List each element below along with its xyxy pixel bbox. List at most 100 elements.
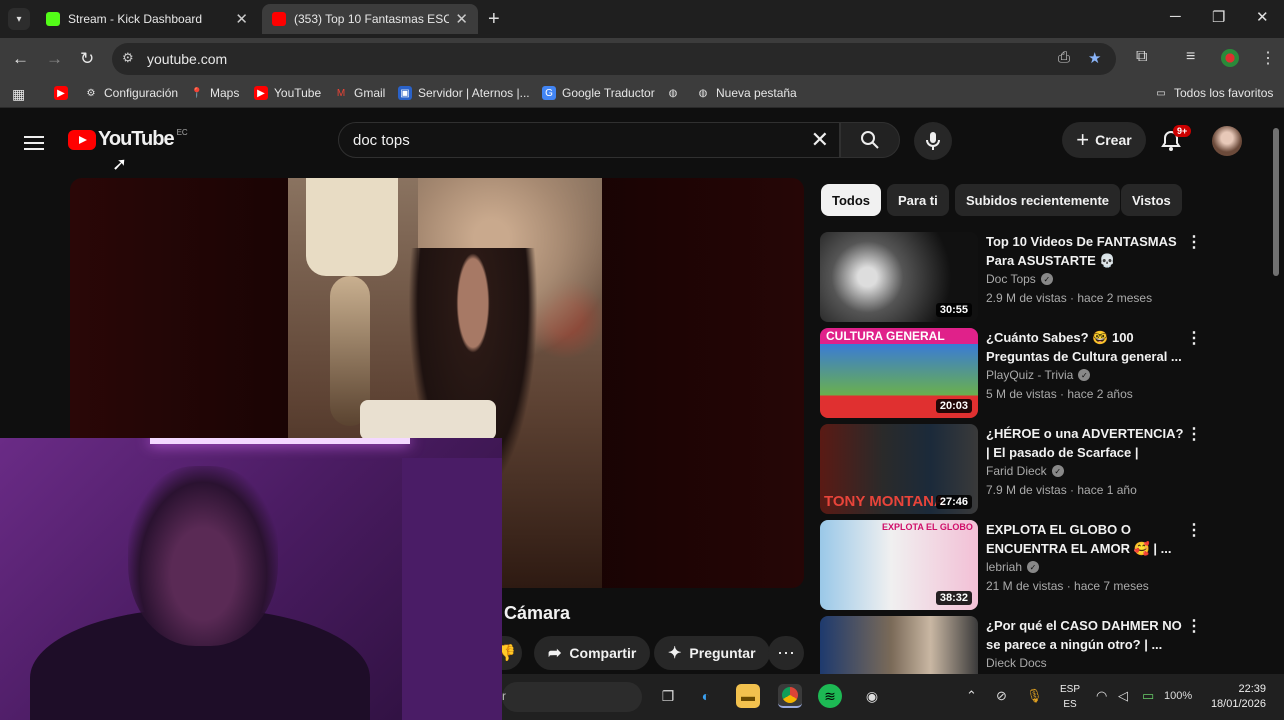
- battery-icon[interactable]: ▭: [1142, 688, 1154, 704]
- bookmark-label: Nueva pestaña: [716, 86, 797, 100]
- video-thumbnail[interactable]: TONY MONTANA 27:46: [820, 424, 978, 514]
- channel-name[interactable]: PlayQuiz - Trivia ✓: [986, 368, 1091, 382]
- clock[interactable]: 22:39 18/01/2026: [1206, 682, 1266, 712]
- extensions-icon[interactable]: ⧉: [1136, 48, 1147, 66]
- chip-para-ti[interactable]: Para ti: [887, 184, 949, 216]
- scrollbar-thumb[interactable]: [1273, 128, 1279, 276]
- more-options-icon[interactable]: ⋮: [1186, 616, 1202, 636]
- edge-icon[interactable]: ◐: [694, 684, 718, 708]
- recommendation-title[interactable]: ¿HÉROE o una ADVERTENCIA? | El pasado de…: [986, 424, 1186, 462]
- account-avatar[interactable]: [1212, 126, 1242, 156]
- close-window-icon[interactable]: ✕: [1256, 8, 1269, 26]
- video-thumbnail[interactable]: [820, 616, 978, 674]
- bookmark-nueva-pestana[interactable]: ◍ Nueva pestaña: [696, 86, 797, 100]
- recommendation-item[interactable]: EXPLOTA EL GLOBO 38:32 EXPLOTA EL GLOBO …: [820, 520, 1260, 610]
- install-app-icon[interactable]: ⎙: [1058, 49, 1070, 66]
- taskbar-search-text: r: [502, 689, 506, 703]
- bookmark-maps[interactable]: 📍 Maps: [190, 86, 240, 100]
- recommendation-item[interactable]: TONY MONTANA 27:46 ¿HÉROE o una ADVERTEN…: [820, 424, 1260, 514]
- bookmark-configuracion[interactable]: ⚙ Configuración: [84, 86, 179, 100]
- minimize-icon[interactable]: ─: [1170, 8, 1181, 25]
- tray-overflow-icon[interactable]: ⌃: [966, 688, 977, 704]
- channel-name[interactable]: lebriah ✓: [986, 560, 1040, 574]
- search-button[interactable]: [840, 122, 900, 158]
- tab-search-button[interactable]: ▾: [8, 8, 30, 30]
- apps-icon[interactable]: ▦: [12, 86, 25, 103]
- bookmark-google-traductor[interactable]: G Google Traductor: [542, 86, 655, 100]
- country-code: EC: [176, 128, 188, 137]
- recommendation-title[interactable]: ¿Por qué el CASO DAHMER NO se parece a n…: [986, 616, 1186, 654]
- taskbar-search[interactable]: r: [502, 682, 642, 712]
- bookmark-youtube-plain[interactable]: ▶: [54, 86, 74, 100]
- recommendation-item[interactable]: ¿Por qué el CASO DAHMER NO se parece a n…: [820, 616, 1260, 674]
- more-options-icon[interactable]: ⋮: [1186, 520, 1202, 540]
- page-scrollbar[interactable]: [1272, 116, 1280, 720]
- more-options-icon[interactable]: ⋮: [1186, 328, 1202, 348]
- chip-vistos[interactable]: Vistos: [1121, 184, 1182, 216]
- chrome-icon[interactable]: [778, 684, 802, 708]
- search-input[interactable]: doc tops ✕: [338, 122, 840, 158]
- spotify-icon[interactable]: ≋: [818, 684, 842, 708]
- recommendation-title[interactable]: Top 10 Videos De FANTASMAS Para ASUSTART…: [986, 232, 1186, 270]
- recommendation-item[interactable]: 30:55 Top 10 Videos De FANTASMAS Para AS…: [820, 232, 1260, 322]
- file-explorer-icon[interactable]: ▬: [736, 684, 760, 708]
- duration-badge: 38:32: [935, 591, 972, 605]
- voice-search-button[interactable]: [914, 122, 952, 160]
- recommendation-title[interactable]: EXPLOTA EL GLOBO O ENCUENTRA EL AMOR 🥰 |…: [986, 520, 1186, 558]
- reload-icon[interactable]: ↻: [80, 49, 94, 69]
- video-thumbnail[interactable]: EXPLOTA EL GLOBO 38:32: [820, 520, 978, 610]
- microphone-tray-icon[interactable]: 🎙: [1026, 688, 1043, 704]
- maximize-icon[interactable]: ❐: [1212, 8, 1225, 26]
- all-bookmarks-label: Todos los favoritos: [1174, 86, 1274, 100]
- video-lamp: [306, 178, 398, 276]
- all-bookmarks[interactable]: ▭ Todos los favoritos: [1154, 86, 1273, 100]
- chip-todos[interactable]: Todos: [821, 184, 882, 216]
- hamburger-menu-icon[interactable]: [24, 132, 44, 154]
- close-icon[interactable]: ✕: [235, 10, 248, 28]
- channel-name[interactable]: Dieck Docs: [986, 656, 1047, 670]
- clear-search-icon[interactable]: ✕: [811, 127, 829, 153]
- plus-icon: +: [1076, 127, 1090, 152]
- create-button[interactable]: + Crear: [1062, 122, 1146, 158]
- profile-icon[interactable]: [1221, 49, 1239, 67]
- bookmark-aternos[interactable]: ▣ Servidor | Aternos |...: [398, 86, 530, 100]
- chip-subidos-recientemente[interactable]: Subidos recientemente: [955, 184, 1121, 216]
- recommendation-title[interactable]: ¿Cuánto Sabes? 🤓 100 Preguntas de Cultur…: [986, 328, 1186, 366]
- new-tab-button[interactable]: +: [488, 8, 500, 30]
- language-indicator[interactable]: ESP ES: [1060, 682, 1080, 712]
- more-icon: ⋯: [777, 642, 795, 663]
- site-settings-icon[interactable]: ⚙: [122, 50, 134, 66]
- youtube-play-icon: [68, 129, 96, 150]
- address-bar[interactable]: ⚙ youtube.com ⎙ ★: [112, 43, 1116, 75]
- bookmark-star-icon[interactable]: ★: [1088, 49, 1101, 67]
- ask-button[interactable]: ✦ Preguntar: [654, 636, 770, 670]
- wifi-icon[interactable]: ◠: [1096, 688, 1107, 704]
- mute-notifications-icon[interactable]: ⊘: [996, 688, 1007, 704]
- more-actions-button[interactable]: ⋯: [768, 636, 804, 670]
- tab-kick-dashboard[interactable]: Stream - Kick Dashboard ✕: [36, 4, 258, 34]
- more-options-icon[interactable]: ⋮: [1186, 232, 1202, 252]
- recommendation-item[interactable]: CULTURA GENERAL 20:03 ¿Cuánto Sabes? 🤓 1…: [820, 328, 1260, 418]
- bookmark-globe[interactable]: ◍: [666, 86, 686, 100]
- media-control-icon[interactable]: ≡: [1186, 48, 1195, 66]
- menu-icon[interactable]: ⋮: [1260, 48, 1276, 68]
- youtube-logo[interactable]: YouTube EC: [68, 128, 188, 151]
- video-thumbnail[interactable]: CULTURA GENERAL 20:03: [820, 328, 978, 418]
- tab-youtube-video[interactable]: (353) Top 10 Fantasmas ESCALOFRIANTES ✕: [262, 4, 478, 34]
- channel-name[interactable]: Doc Tops ✓: [986, 272, 1053, 286]
- bookmark-youtube[interactable]: ▶ YouTube: [254, 86, 321, 100]
- share-button[interactable]: ➦ Compartir: [534, 636, 651, 670]
- back-icon[interactable]: ←: [12, 49, 29, 69]
- logo-text: YouTube: [98, 128, 175, 150]
- video-cake: [360, 400, 496, 440]
- more-options-icon[interactable]: ⋮: [1186, 424, 1202, 444]
- task-view-icon[interactable]: ❐: [656, 684, 680, 708]
- forward-icon[interactable]: →: [46, 49, 63, 69]
- bookmark-gmail[interactable]: M Gmail: [334, 86, 386, 100]
- obs-icon[interactable]: ◉: [860, 684, 884, 708]
- channel-name[interactable]: Farid Dieck ✓: [986, 464, 1064, 478]
- volume-icon[interactable]: ◁: [1118, 688, 1128, 704]
- close-icon[interactable]: ✕: [455, 10, 468, 28]
- video-thumbnail[interactable]: 30:55: [820, 232, 978, 322]
- folder-icon: ▭: [1156, 87, 1166, 99]
